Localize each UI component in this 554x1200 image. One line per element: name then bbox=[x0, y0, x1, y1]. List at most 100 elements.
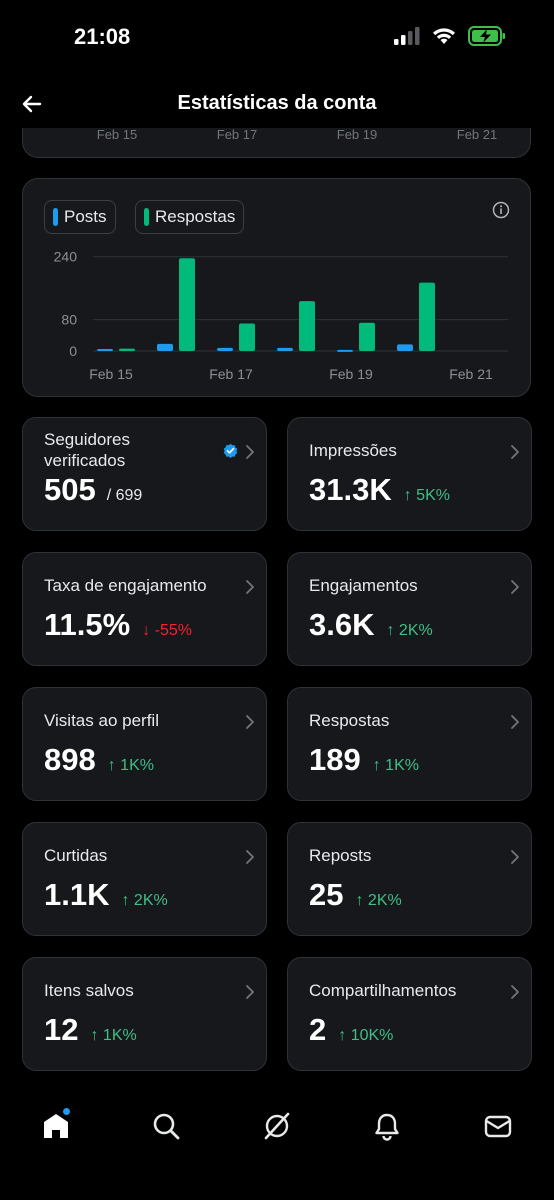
y-tick-label: 0 bbox=[69, 343, 77, 359]
verified-badge-icon bbox=[223, 443, 238, 458]
chevron-right-icon bbox=[246, 985, 254, 999]
status-bar: 21:08 bbox=[0, 0, 554, 76]
stat-card[interactable]: Impressões 31.3K ↑ 5K% bbox=[287, 417, 532, 531]
legend-posts-chip[interactable]: Posts bbox=[44, 200, 116, 234]
stat-change: ↓ -55% bbox=[142, 622, 192, 639]
stat-card[interactable]: Seguidores verificados 505 / 699 bbox=[22, 417, 267, 531]
chevron-right-icon bbox=[246, 850, 254, 864]
replies-bar[interactable] bbox=[299, 301, 315, 351]
search-icon bbox=[153, 1113, 180, 1140]
stat-value-row: 25 ↑ 2K% bbox=[309, 877, 402, 913]
y-tick-label: 80 bbox=[61, 312, 77, 328]
replies-bar[interactable] bbox=[359, 322, 375, 351]
tab-home[interactable] bbox=[36, 1106, 76, 1146]
replies-bar[interactable] bbox=[239, 323, 255, 352]
replies-swatch bbox=[144, 208, 149, 226]
x-tick-label: Feb 21 bbox=[449, 366, 493, 382]
posts-bar[interactable] bbox=[397, 344, 413, 351]
posts-bar[interactable] bbox=[157, 343, 173, 351]
stat-card[interactable]: Reposts 25 ↑ 2K% bbox=[287, 822, 532, 936]
status-time: 21:08 bbox=[74, 24, 131, 49]
stat-change: ↑ 1K% bbox=[90, 1027, 137, 1044]
stat-value: 1.1K bbox=[44, 877, 110, 912]
chevron-right-icon bbox=[511, 850, 519, 864]
stat-change: ↑ 2K% bbox=[355, 892, 402, 909]
chevron-right-icon bbox=[246, 445, 254, 459]
tab-grok[interactable] bbox=[257, 1106, 297, 1146]
stat-value: 3.6K bbox=[309, 607, 375, 642]
chevron-right-icon bbox=[511, 445, 519, 459]
stat-change: ↑ 2K% bbox=[386, 622, 433, 639]
stat-value: 12 bbox=[44, 1012, 79, 1047]
stat-value: 2 bbox=[309, 1012, 327, 1047]
info-icon[interactable] bbox=[492, 201, 510, 219]
stat-card[interactable]: Curtidas 1.1K ↑ 2K% bbox=[22, 822, 267, 936]
x-tick-label: Feb 15 bbox=[89, 366, 133, 382]
stat-label: Itens salvos bbox=[44, 981, 134, 1000]
chevron-right-icon bbox=[246, 580, 254, 594]
stat-label: Respostas bbox=[309, 711, 390, 730]
stat-value: 31.3K bbox=[309, 472, 392, 507]
posts-swatch bbox=[53, 208, 58, 226]
tab-messages[interactable] bbox=[478, 1106, 518, 1146]
stat-card[interactable]: Itens salvos 12 ↑ 1K% bbox=[22, 957, 267, 1071]
signal-icon bbox=[394, 27, 420, 45]
chevron-right-icon bbox=[511, 580, 519, 594]
x-tick-label: Feb 19 bbox=[329, 366, 373, 382]
messages-icon bbox=[484, 1115, 512, 1138]
replies-bar[interactable] bbox=[419, 282, 435, 351]
notification-dot bbox=[63, 1108, 70, 1115]
stat-value-row: 12 ↑ 1K% bbox=[44, 1012, 137, 1048]
stat-card[interactable]: Visitas ao perfil 898 ↑ 1K% bbox=[22, 687, 267, 801]
stat-card[interactable]: Compartilhamentos 2 ↑ 10K% bbox=[287, 957, 532, 1071]
stat-card[interactable]: Respostas 189 ↑ 1K% bbox=[287, 687, 532, 801]
stat-change: ↑ 1K% bbox=[107, 757, 154, 774]
grok-icon bbox=[264, 1112, 290, 1140]
posts-bar[interactable] bbox=[277, 347, 293, 351]
stat-value-row: 3.6K ↑ 2K% bbox=[309, 607, 433, 643]
stat-change: ↑ 5K% bbox=[403, 487, 450, 504]
posts-replies-chart-card: 0 80 240 Feb 15 Feb 17 Feb 19 Feb 21 Posts Res… bbox=[22, 178, 531, 397]
stat-change: ↑ 10K% bbox=[338, 1027, 394, 1044]
wifi-icon bbox=[433, 28, 455, 44]
stat-value-row: 31.3K ↑ 5K% bbox=[309, 472, 450, 508]
status-icons bbox=[394, 26, 506, 46]
legend-replies-chip[interactable]: Respostas bbox=[135, 200, 245, 234]
notifications-icon bbox=[375, 1113, 399, 1141]
stat-value: 11.5% bbox=[44, 607, 131, 642]
chevron-right-icon bbox=[246, 715, 254, 729]
stat-label: Curtidas bbox=[44, 846, 108, 865]
stat-label: Reposts bbox=[309, 846, 372, 865]
x-tick-label: Feb 17 bbox=[209, 366, 253, 382]
stat-value-row: 898 ↑ 1K% bbox=[44, 742, 154, 778]
stat-card[interactable]: Taxa de engajamento 11.5% ↓ -55% bbox=[22, 552, 267, 666]
tab-search[interactable] bbox=[146, 1106, 186, 1146]
chevron-right-icon bbox=[511, 985, 519, 999]
stat-value: 25 bbox=[309, 877, 344, 912]
posts-bar[interactable] bbox=[97, 349, 113, 352]
stat-value: 898 bbox=[44, 742, 96, 777]
stat-label: Impressões bbox=[309, 441, 397, 460]
home-icon bbox=[44, 1114, 68, 1138]
stat-change: ↑ 2K% bbox=[121, 892, 168, 909]
stat-value-row: 505 / 699 bbox=[44, 472, 142, 508]
stat-value-row: 189 ↑ 1K% bbox=[309, 742, 419, 778]
stat-change: ↑ 1K% bbox=[372, 757, 419, 774]
stat-label: Visitas ao perfil bbox=[44, 711, 159, 730]
chevron-right-icon bbox=[511, 715, 519, 729]
stat-label: Engajamentos bbox=[309, 576, 418, 595]
replies-bar[interactable] bbox=[119, 348, 135, 351]
stat-value: 189 bbox=[309, 742, 361, 777]
header: Estatísticas da conta bbox=[0, 76, 554, 132]
posts-bar[interactable] bbox=[217, 347, 233, 351]
page-title: Estatísticas da conta bbox=[177, 92, 377, 114]
replies-bar[interactable] bbox=[179, 258, 195, 351]
stat-card[interactable]: Engajamentos 3.6K ↑ 2K% bbox=[287, 552, 532, 666]
battery-charging-icon bbox=[468, 26, 505, 46]
stat-value-row: 1.1K ↑ 2K% bbox=[44, 877, 168, 913]
tab-notifications[interactable] bbox=[367, 1106, 407, 1146]
legend-replies-label: Respostas bbox=[155, 207, 236, 226]
stat-label: Taxa de engajamento bbox=[44, 576, 207, 595]
posts-bar[interactable] bbox=[337, 349, 353, 352]
stat-value: 505 bbox=[44, 472, 96, 507]
